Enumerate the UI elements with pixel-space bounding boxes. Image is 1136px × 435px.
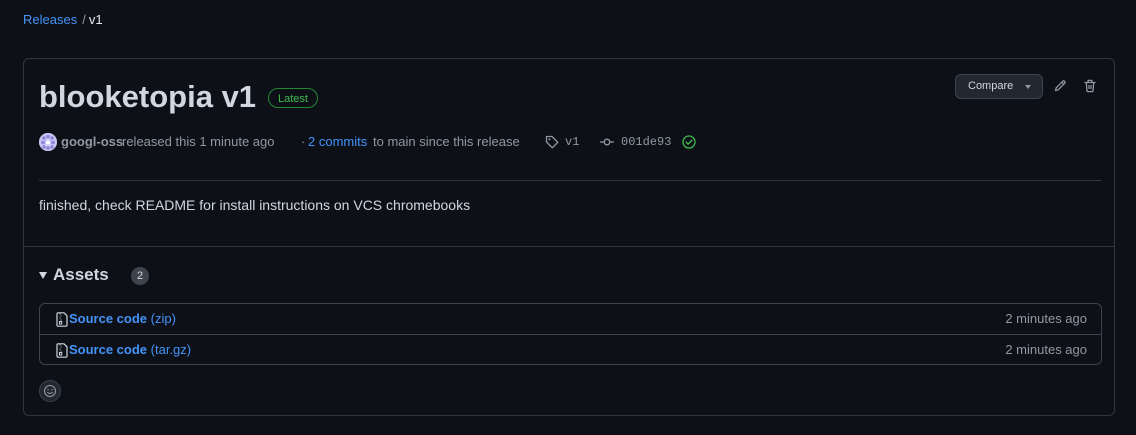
compare-label: Compare bbox=[968, 80, 1014, 92]
trash-icon bbox=[1084, 79, 1096, 93]
delete-release-button[interactable] bbox=[1079, 75, 1101, 97]
pencil-icon bbox=[1054, 80, 1066, 92]
add-reaction-button[interactable] bbox=[39, 380, 61, 402]
divider bbox=[24, 246, 1114, 247]
triangle-down-icon bbox=[39, 272, 47, 279]
commits-suffix: to main since this release bbox=[373, 134, 520, 149]
release-title: blooketopia v1 bbox=[39, 79, 257, 114]
divider bbox=[39, 180, 1101, 181]
commit-sha-link[interactable]: 001de93 bbox=[621, 132, 671, 152]
author-link[interactable]: googl-oss bbox=[61, 132, 123, 152]
git-commit-icon bbox=[600, 138, 614, 146]
tag-icon bbox=[545, 135, 559, 149]
assets-list: Source code (zip) 2 minutes ago Source c… bbox=[39, 303, 1102, 365]
latest-badge: Latest bbox=[268, 88, 318, 108]
file-zip-icon bbox=[56, 312, 68, 327]
assets-count-badge: 2 bbox=[131, 267, 150, 285]
edit-release-button[interactable] bbox=[1049, 75, 1071, 97]
tag-link[interactable]: v1 bbox=[565, 132, 579, 152]
asset-time: 2 minutes ago bbox=[1005, 342, 1087, 357]
check-circle-icon[interactable] bbox=[681, 134, 697, 150]
asset-link[interactable]: Source code (zip) bbox=[69, 304, 176, 334]
chevron-down-icon bbox=[1025, 85, 1031, 89]
breadcrumb: Releases / v1 bbox=[23, 11, 103, 29]
breadcrumb-separator: / bbox=[82, 12, 86, 27]
release-notes: finished, check README for install instr… bbox=[39, 197, 471, 213]
asset-time: 2 minutes ago bbox=[1005, 311, 1087, 326]
asset-name: Source code bbox=[69, 342, 148, 357]
asset-ext: (tar.gz) bbox=[150, 342, 192, 357]
asset-ext: (zip) bbox=[150, 311, 176, 326]
assets-title: Assets bbox=[53, 265, 109, 284]
commits-separator: · bbox=[301, 134, 306, 149]
list-item: Source code (tar.gz) 2 minutes ago bbox=[40, 334, 1101, 364]
released-text: released this 1 minute ago bbox=[122, 134, 275, 149]
commits-link[interactable]: 2 commits bbox=[308, 132, 367, 152]
smiley-icon bbox=[43, 384, 57, 398]
file-zip-icon bbox=[56, 343, 68, 358]
asset-name: Source code bbox=[69, 311, 148, 326]
release-card: blooketopia v1 Latest Compare googl-oss … bbox=[23, 58, 1115, 416]
breadcrumb-current: v1 bbox=[88, 12, 103, 27]
compare-button[interactable]: Compare bbox=[955, 74, 1043, 99]
asset-link[interactable]: Source code (tar.gz) bbox=[69, 335, 191, 365]
breadcrumb-releases-link[interactable]: Releases bbox=[23, 12, 77, 27]
list-item: Source code (zip) 2 minutes ago bbox=[40, 304, 1101, 334]
avatar[interactable] bbox=[39, 133, 57, 151]
